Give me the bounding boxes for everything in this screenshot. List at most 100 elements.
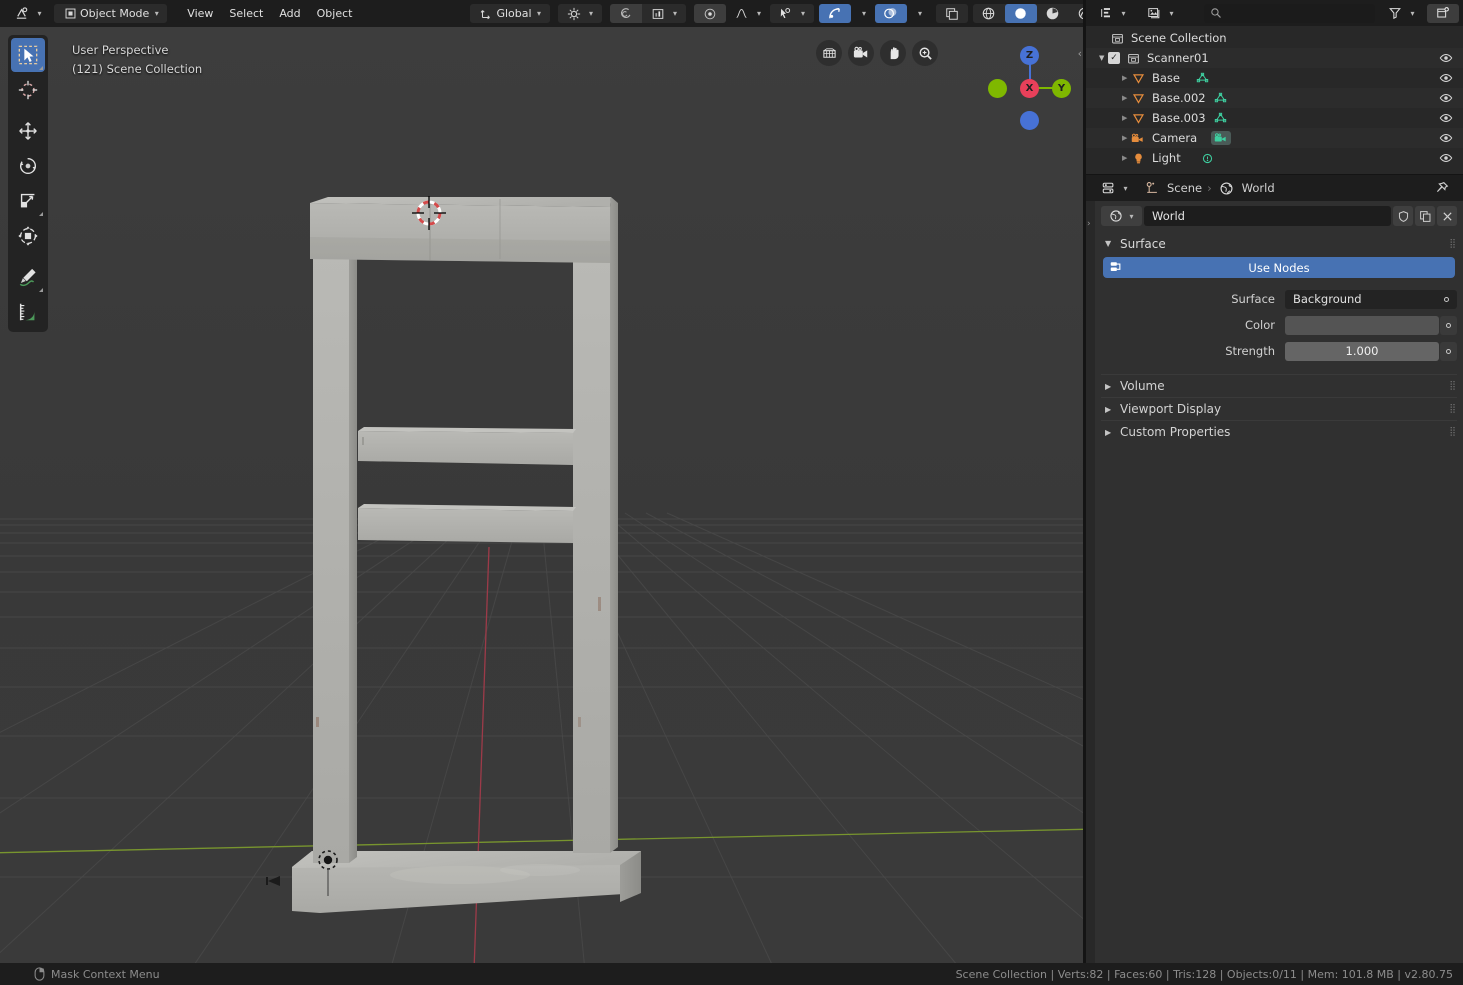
- outliner-filter-id-button[interactable]: ▾: [1138, 4, 1182, 23]
- outliner-filter-button[interactable]: ▾: [1379, 4, 1423, 23]
- properties-tab-column[interactable]: ›: [1086, 201, 1095, 971]
- panel-header-viewport-display[interactable]: ▶ Viewport Display ⣿: [1101, 397, 1457, 420]
- animate-property-dot[interactable]: [1444, 296, 1449, 302]
- visibility-eye-icon[interactable]: [1439, 111, 1453, 125]
- falloff-type-button[interactable]: ▾: [641, 4, 686, 23]
- toggle-perspective-ortho-button[interactable]: [816, 40, 842, 66]
- panel-header-volume[interactable]: ▶ Volume ⣿: [1101, 374, 1457, 397]
- tool-move[interactable]: [11, 114, 45, 148]
- disclosure-triangle-right-icon[interactable]: ▶: [1122, 154, 1131, 162]
- snap-target-button[interactable]: ▾: [557, 4, 602, 23]
- gizmo-axis-y[interactable]: Y: [1052, 79, 1071, 98]
- object-mode-selector[interactable]: Object Mode ▾: [54, 4, 168, 23]
- use-nodes-button[interactable]: Use Nodes: [1103, 257, 1455, 278]
- outliner-row-base-003[interactable]: ▶ Base.003: [1086, 108, 1463, 128]
- viewport-sidebar-toggle[interactable]: ‹: [1078, 47, 1082, 60]
- gizmo-axis-neg-y[interactable]: [988, 79, 1007, 98]
- mesh-object-icon: [1131, 71, 1145, 85]
- mesh-data-icon[interactable]: [1214, 92, 1227, 105]
- outliner-row-light[interactable]: ▶ Light: [1086, 148, 1463, 168]
- menu-add[interactable]: Add: [271, 4, 308, 23]
- gizmo-axis-x[interactable]: X: [1020, 79, 1039, 98]
- world-name-field[interactable]: World: [1144, 206, 1391, 226]
- strength-slider[interactable]: 1.000: [1285, 341, 1439, 361]
- menu-object[interactable]: Object: [309, 4, 361, 23]
- light-data-icon[interactable]: [1201, 152, 1214, 165]
- duplicate-world-button[interactable]: [1415, 206, 1435, 226]
- tool-scale[interactable]: [11, 184, 45, 218]
- overlays-dropdown[interactable]: ▾: [907, 4, 931, 23]
- xray-toggle-button[interactable]: [935, 4, 968, 23]
- outliner-label-camera: Camera: [1152, 131, 1198, 145]
- strength-value: 1.000: [1345, 344, 1379, 358]
- outliner-row-base-002[interactable]: ▶ Base.002: [1086, 88, 1463, 108]
- overlays-toggle-button[interactable]: [874, 4, 907, 23]
- tool-annotate[interactable]: [11, 260, 45, 294]
- disclosure-triangle-down-icon: ▼: [1105, 239, 1112, 248]
- 3d-viewport[interactable]: User Perspective (121) Scene Collection: [0, 27, 1083, 971]
- tool-measure[interactable]: [11, 295, 45, 329]
- gizmo-toggle-button[interactable]: [818, 4, 851, 23]
- background-color-swatch[interactable]: [1285, 315, 1439, 335]
- proportional-editing-toggle[interactable]: [609, 4, 642, 23]
- color-animate-button[interactable]: [1440, 315, 1457, 335]
- camera-view-button[interactable]: [848, 40, 874, 66]
- panel-header-custom-properties[interactable]: ▶ Custom Properties ⣿: [1101, 420, 1457, 443]
- gizmo-axis-neg-z[interactable]: [1020, 111, 1039, 130]
- properties-editor-type-button[interactable]: ▾: [1092, 179, 1136, 198]
- tool-select-box[interactable]: [11, 38, 45, 72]
- zoom-view-button[interactable]: [912, 40, 938, 66]
- shading-solid-button[interactable]: [1004, 4, 1037, 23]
- visibility-eye-icon[interactable]: [1439, 91, 1453, 105]
- outliner-row-scene-collection[interactable]: Scene Collection: [1086, 28, 1463, 48]
- panel-header-surface[interactable]: ▼ Surface ⣿: [1101, 233, 1457, 254]
- falloff-curve-button[interactable]: ▾: [726, 4, 770, 23]
- visibility-eye-icon[interactable]: [1439, 131, 1453, 145]
- outliner-search-input[interactable]: [1204, 3, 1375, 23]
- tool-cursor[interactable]: [11, 73, 45, 107]
- transform-orientation-selector[interactable]: Global ▾: [470, 4, 550, 23]
- surface-shader-dropdown[interactable]: Background: [1285, 289, 1457, 309]
- camera-data-icon[interactable]: [1211, 131, 1232, 145]
- tab-column-expand-arrow[interactable]: ›: [1087, 219, 1091, 229]
- disclosure-triangle-right-icon[interactable]: ▶: [1122, 114, 1131, 122]
- proportional-enable-button[interactable]: [693, 4, 726, 23]
- collection-checkbox[interactable]: ✓: [1108, 52, 1120, 64]
- visibility-eye-icon[interactable]: [1439, 71, 1453, 85]
- new-collection-button[interactable]: [1427, 3, 1459, 23]
- menu-view[interactable]: View: [179, 4, 221, 23]
- strength-animate-button[interactable]: [1440, 341, 1457, 361]
- navigation-axis-gizmo[interactable]: Z X Y: [988, 39, 1073, 130]
- fake-user-button[interactable]: [1393, 206, 1413, 226]
- disclosure-triangle-down-icon[interactable]: ▼: [1099, 54, 1108, 62]
- mesh-data-icon[interactable]: [1214, 112, 1227, 125]
- outliner-row-base[interactable]: ▶ Base: [1086, 68, 1463, 88]
- tool-rotate[interactable]: [11, 149, 45, 183]
- menu-select[interactable]: Select: [221, 4, 271, 23]
- visibility-eye-icon[interactable]: [1439, 151, 1453, 165]
- pin-id-button[interactable]: [1425, 179, 1457, 198]
- shading-wireframe-button[interactable]: [973, 4, 1005, 23]
- editor-type-button[interactable]: ▾: [6, 4, 50, 23]
- shading-material-button[interactable]: [1037, 4, 1069, 23]
- outliner-row-camera[interactable]: ▶ Camera: [1086, 128, 1463, 148]
- visibility-eye-icon[interactable]: [1439, 51, 1453, 65]
- tool-transform[interactable]: [11, 219, 45, 253]
- move-view-button[interactable]: [880, 40, 906, 66]
- gizmo-dropdown[interactable]: ▾: [851, 4, 875, 23]
- disclosure-triangle-right-icon[interactable]: ▶: [1122, 74, 1131, 82]
- unlink-world-button[interactable]: [1437, 206, 1457, 226]
- status-bar-scene-stats: Scene Collection | Verts:82 | Faces:60 |…: [955, 967, 1453, 981]
- disclosure-triangle-right-icon[interactable]: ▶: [1122, 94, 1131, 102]
- disclosure-triangle-right-icon[interactable]: ▶: [1122, 134, 1131, 142]
- outliner-row-scanner01[interactable]: ▼ ✓ Scanner01: [1086, 48, 1463, 68]
- mesh-data-icon[interactable]: [1196, 72, 1209, 85]
- breadcrumb-scene-label[interactable]: Scene: [1167, 181, 1202, 195]
- browse-world-button[interactable]: ▾: [1101, 206, 1142, 226]
- field-row-color: Color: [1101, 314, 1457, 336]
- outliner-editor-type-button[interactable]: ▾: [1090, 4, 1134, 23]
- object-visibility-button[interactable]: ▾: [769, 4, 814, 23]
- panel-label-volume: Volume: [1120, 379, 1165, 393]
- breadcrumb-world-label[interactable]: World: [1242, 181, 1275, 195]
- gizmo-axis-z[interactable]: Z: [1020, 46, 1039, 65]
